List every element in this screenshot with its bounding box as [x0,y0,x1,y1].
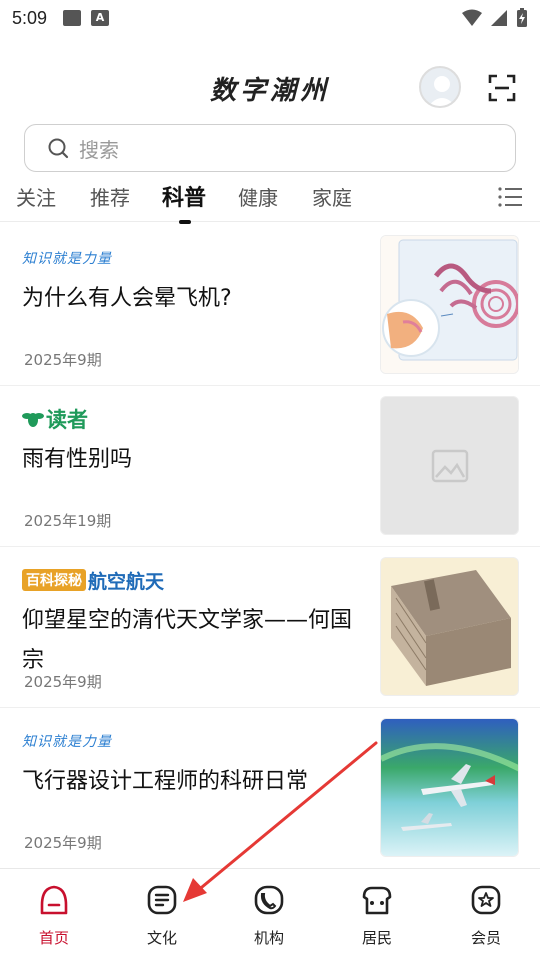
image-placeholder-icon [431,449,469,483]
a-notification-icon: A [91,10,110,26]
document-icon [147,885,177,915]
article-card[interactable]: 读者 雨有性别吗 2025年19期 [0,386,540,547]
article-title: 仰望星空的清代天文学家——何国宗 [22,608,353,673]
article-thumbnail [380,718,519,857]
house-icon [362,886,392,915]
article-date: 2025年9期 [24,351,102,369]
article-card[interactable]: 知识就是力量 飞行器设计工程师的科研日常 2025年9期 [0,708,540,869]
ancient-book-stack [391,570,511,686]
airplanes-aurora [381,719,518,856]
nav-home[interactable]: 首页 [14,883,94,948]
source-logo: 百科探秘 航空航天 [22,569,165,593]
search-icon [48,138,69,159]
source-name: 知识就是力量 [22,734,112,750]
home-icon [40,885,68,915]
source-logo: 知识就是力量 [22,730,112,752]
battery-icon [517,8,527,27]
nav-resident[interactable]: 居民 [337,883,417,948]
tab-science[interactable]: 科普 [162,180,206,212]
article-thumbnail [380,396,519,535]
duzhe-bee-icon [22,413,44,427]
status-time: 5:09 [12,7,48,28]
signal-icon [491,10,507,26]
article-card[interactable]: 百科探秘 航空航天 仰望星空的清代天文学家——何国宗 2025年9期 [0,547,540,708]
source-name: 知识就是力量 [22,251,112,267]
scan-icon[interactable] [488,74,516,102]
nav-institution-label: 机构 [253,929,284,947]
gallery-notification-icon [63,10,82,26]
app-header: 数字潮州 [0,60,540,120]
article-date: 2025年19期 [24,512,112,530]
search-placeholder: 搜索 [79,137,119,162]
source-logo: 读者 [22,408,88,432]
nav-member-label: 会员 [470,929,501,947]
tab-health[interactable]: 健康 [238,182,278,211]
article-title: 为什么有人会晕飞机? [22,286,232,311]
phone-icon [254,885,284,915]
avatar[interactable] [419,66,461,108]
article-feed: 知识就是力量 为什么有人会晕飞机? 2025年9期 读者 雨有性别吗 2025年… [0,225,540,869]
nav-institution[interactable]: 机构 [229,883,309,948]
nav-resident-label: 居民 [361,929,392,947]
article-title: 飞行器设计工程师的科研日常 [22,769,309,794]
nav-member[interactable]: 会员 [446,883,526,948]
article-date: 2025年9期 [24,834,102,852]
search-input[interactable]: 搜索 [24,124,516,172]
tab-recommend[interactable]: 推荐 [90,182,130,211]
source-logo: 知识就是力量 [22,247,112,269]
tab-menu-icon[interactable] [498,186,522,208]
source-subtitle: 航空航天 [88,570,165,593]
wifi-icon [462,9,482,26]
ear-anatomy-illustration [381,236,518,373]
nav-home-label: 首页 [38,929,69,947]
nav-culture[interactable]: 文化 [122,883,202,948]
tab-family[interactable]: 家庭 [312,182,352,211]
nav-culture-label: 文化 [146,929,177,947]
active-tab-indicator [179,220,191,224]
category-tabs: 关注 推荐 科普 健康 家庭 [0,176,540,224]
status-bar: 5:09 A [0,0,540,36]
article-thumbnail [380,557,519,696]
article-card[interactable]: 知识就是力量 为什么有人会晕飞机? 2025年9期 [0,225,540,386]
star-badge-icon [471,885,501,915]
bottom-nav: 首页 文化 机构 居民 会员 [0,868,540,960]
article-title: 雨有性别吗 [22,447,133,472]
tab-follow[interactable]: 关注 [16,182,56,211]
article-date: 2025年9期 [24,673,102,691]
article-thumbnail [380,235,519,374]
source-name: 读者 [46,408,88,432]
source-tag: 百科探秘 [22,569,86,591]
